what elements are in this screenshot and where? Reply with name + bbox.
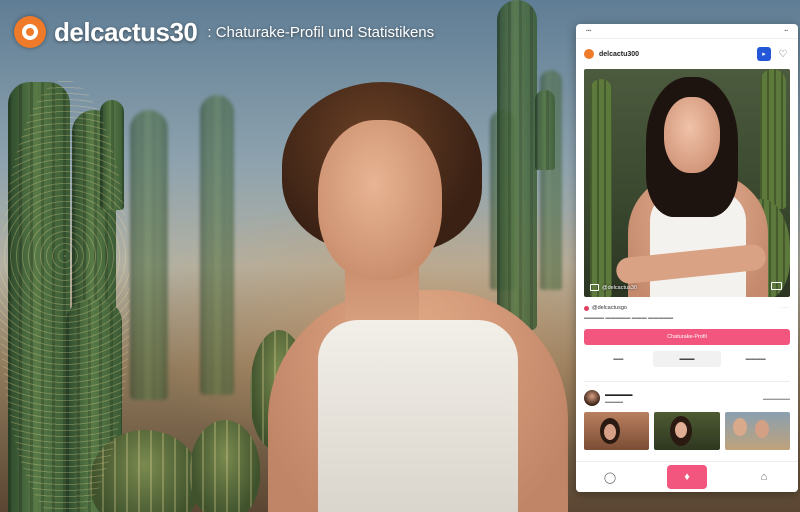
barrel-cactus-mid	[190, 420, 260, 512]
photo-woman-face	[664, 97, 720, 173]
photo-cactus-left	[590, 79, 612, 297]
app-logo-icon	[584, 49, 594, 59]
thumbnail-3[interactable]	[724, 412, 790, 450]
creator-name: ▬▬▬▬▬	[605, 392, 633, 398]
thumbnail-row	[576, 406, 798, 450]
orange-circle-logo-icon	[14, 16, 46, 48]
bio-line: @delcactusgo	[592, 305, 627, 311]
woman-face	[318, 120, 442, 280]
user-icon[interactable]: ⌂	[753, 466, 775, 488]
bio-sub: ▬▬▬▬ ▬▬▬▬▬ ▬▬▬ ▬▬▬▬▬	[584, 315, 674, 321]
headline: delcactus30 : Chaturake-Profil und Stati…	[14, 12, 434, 52]
more-options-icon[interactable]: ···	[781, 305, 790, 311]
cta-button[interactable]: Chaturake-Profil	[584, 329, 790, 345]
profile-photo[interactable]: @delcactus30	[584, 69, 790, 297]
creator-sub: ▬▬▬▬	[605, 399, 623, 404]
cactus-far-2	[200, 95, 234, 395]
profile-card: ▪▪▪ ▪▪ delcactu300 ▸ ♡ @delcactus30 @del…	[576, 24, 798, 492]
blue-action-button[interactable]: ▸	[757, 47, 771, 61]
cactus-right-arm	[535, 90, 555, 170]
creator-row[interactable]: ▬▬▬▬▬ ▬▬▬▬ ▬▬▬▬▬▬	[576, 382, 798, 406]
creator-info: ▬▬▬▬▬ ▬▬▬▬	[605, 392, 633, 404]
woman-tank-top	[318, 320, 518, 512]
app-handle: delcactu300	[599, 50, 640, 58]
headline-handle: delcactus30	[54, 16, 198, 47]
bio-section: @delcactusgo ··· ▬▬▬▬ ▬▬▬▬▬ ▬▬▬ ▬▬▬▬▬	[576, 297, 798, 321]
photo-cactus-right	[760, 69, 786, 209]
tab-1[interactable]: ▬▬	[584, 351, 653, 367]
chat-bubble-icon[interactable]: ◯	[599, 466, 621, 488]
avatar	[584, 390, 600, 406]
photo-caption-text: @delcactus30	[602, 284, 637, 291]
creator-link[interactable]: ▬▬▬▬▬▬	[763, 396, 790, 401]
heart-icon[interactable]: ♡	[776, 47, 790, 61]
bottom-nav: ◯ ♦ ⌂	[576, 461, 798, 492]
cactus-spines	[0, 80, 130, 512]
status-dots-right: ▪▪	[784, 28, 788, 34]
video-camera-icon	[590, 284, 599, 291]
tab-3[interactable]: ▬▬▬▬	[721, 351, 790, 367]
thumbnail-1[interactable]	[584, 412, 650, 450]
profile-tabs: ▬▬ ▬▬▬ ▬▬▬▬	[584, 351, 790, 367]
photo-caption: @delcactus30	[590, 284, 637, 291]
thumbnail-2[interactable]	[654, 412, 720, 450]
tab-2[interactable]: ▬▬▬	[652, 351, 722, 367]
cactus-right-tall	[497, 0, 537, 330]
app-header: delcactu300 ▸ ♡	[576, 39, 798, 69]
bio-row: @delcactusgo ···	[584, 305, 790, 311]
fullscreen-icon[interactable]	[771, 282, 782, 290]
headline-subtitle: : Chaturake-Profil und Statistikens	[207, 23, 435, 41]
flame-icon[interactable]: ♦	[667, 465, 707, 489]
status-bar: ▪▪▪ ▪▪	[576, 24, 798, 39]
live-dot-icon	[584, 305, 589, 311]
cactus-far-1	[130, 110, 168, 400]
status-dots-left: ▪▪▪	[586, 28, 592, 34]
